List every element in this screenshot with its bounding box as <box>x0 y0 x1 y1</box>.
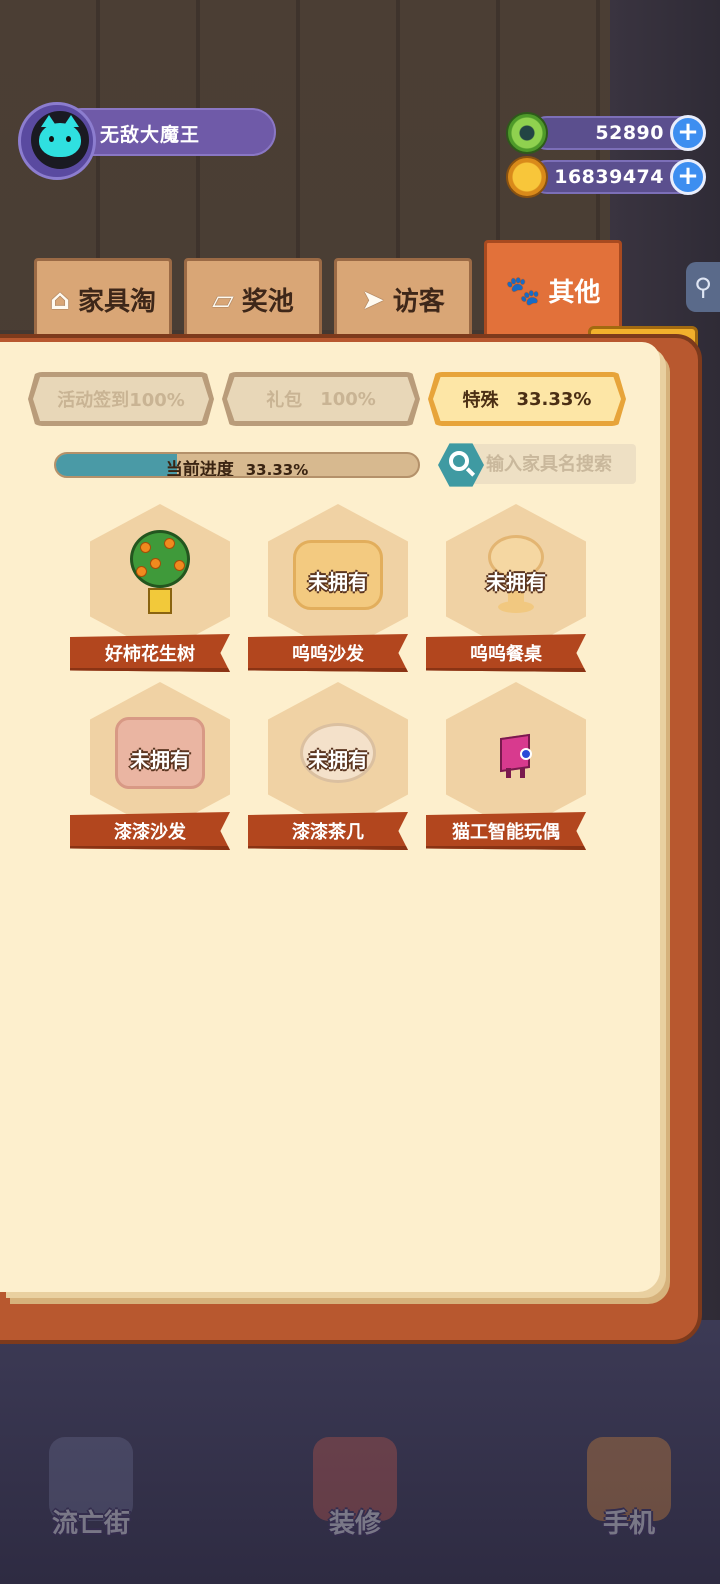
currency-amount: 52890 <box>595 122 664 144</box>
furniture-item[interactable]: 猫工智能玩偶 <box>426 682 596 852</box>
currency-green: 52890 + <box>506 112 706 154</box>
green-donut-coin-icon <box>506 112 548 154</box>
item-name-ribbon: 漆漆沙发 <box>70 812 230 850</box>
subtab-pct: 33.33% <box>516 388 592 410</box>
furniture-item[interactable]: 未拥有 漆漆茶几 <box>248 682 418 852</box>
subtab-gift-pack[interactable]: 礼包 100% <box>222 372 420 426</box>
collection-progress-bar: 当前进度 33.33% <box>54 452 420 478</box>
not-owned-label: 未拥有 <box>130 748 190 772</box>
subtab-special[interactable]: 特殊 33.33% <box>428 372 626 426</box>
tab-label: 奖池 <box>241 287 294 317</box>
avatar[interactable] <box>18 102 96 180</box>
subtab-event-checkin[interactable]: 活动签到100% <box>28 372 214 426</box>
item-name-ribbon: 呜呜沙发 <box>248 634 408 672</box>
item-name-ribbon: 漆漆茶几 <box>248 812 408 850</box>
furniture-item[interactable]: 未拥有 漆漆沙发 <box>70 682 240 852</box>
furniture-item[interactable]: 未拥有 呜呜沙发 <box>248 504 418 674</box>
robot-doll-icon <box>466 708 566 798</box>
search-icon <box>449 451 469 471</box>
tab-other[interactable]: 🐾 其他 <box>484 240 622 338</box>
tab-label: 其他 <box>548 278 601 308</box>
gold-planet-coin-icon <box>506 156 548 198</box>
currency-gold: 16839474 + <box>506 156 706 198</box>
furniture-search <box>438 442 638 487</box>
cat-face-icon <box>39 115 81 157</box>
not-owned-label: 未拥有 <box>308 748 368 772</box>
tab-label: 家具淘 <box>78 287 157 317</box>
card-icon: ▱ <box>212 283 234 316</box>
paw-icon: 🐾 <box>505 274 541 307</box>
item-name-ribbon: 好柿花生树 <box>70 634 230 672</box>
currency-amount: 16839474 <box>554 166 664 188</box>
nav-phone[interactable]: 手机 <box>574 1410 684 1540</box>
progress-text: 当前进度 33.33% <box>165 460 309 478</box>
nav-label: 手机 <box>602 1509 655 1539</box>
nav-label: 流亡街 <box>51 1509 130 1539</box>
subtab-label: 特殊 <box>462 390 499 411</box>
add-currency-button[interactable]: + <box>670 159 706 195</box>
player-name: 无敌大魔王 <box>100 124 201 146</box>
not-owned-label: 未拥有 <box>486 570 546 594</box>
persimmon-tree-icon <box>110 530 210 620</box>
side-tool-button[interactable]: ⚲ <box>686 262 720 312</box>
subtab-label: 活动签到100% <box>57 390 185 411</box>
nav-label: 装修 <box>328 1509 381 1539</box>
house-icon: ⌂ <box>49 283 71 316</box>
nav-decorate[interactable]: 装修 <box>300 1410 410 1540</box>
furniture-item[interactable]: 好柿花生树 <box>70 504 240 674</box>
avatar-image <box>31 111 89 169</box>
add-currency-button[interactable]: + <box>670 115 706 151</box>
subtab-pct: 100% <box>320 388 376 410</box>
tab-visitors[interactable]: ➤ 访客 <box>334 258 472 338</box>
subtab-label: 礼包 <box>266 390 303 411</box>
furniture-item[interactable]: 未拥有 呜呜餐桌 <box>426 504 596 674</box>
item-name-ribbon: 猫工智能玩偶 <box>426 812 586 850</box>
player-profile[interactable]: 无敌大魔王 <box>18 102 276 180</box>
tab-label: 访客 <box>392 287 445 317</box>
search-input[interactable] <box>486 450 636 478</box>
paper-plane-icon: ➤ <box>361 283 385 316</box>
tab-prize-pool[interactable]: ▱ 奖池 <box>184 258 322 338</box>
nav-exile-street[interactable]: 流亡街 <box>36 1410 146 1540</box>
not-owned-label: 未拥有 <box>308 570 368 594</box>
item-name-ribbon: 呜呜餐桌 <box>426 634 586 672</box>
tab-furniture-shop[interactable]: ⌂ 家具淘 <box>34 258 172 338</box>
